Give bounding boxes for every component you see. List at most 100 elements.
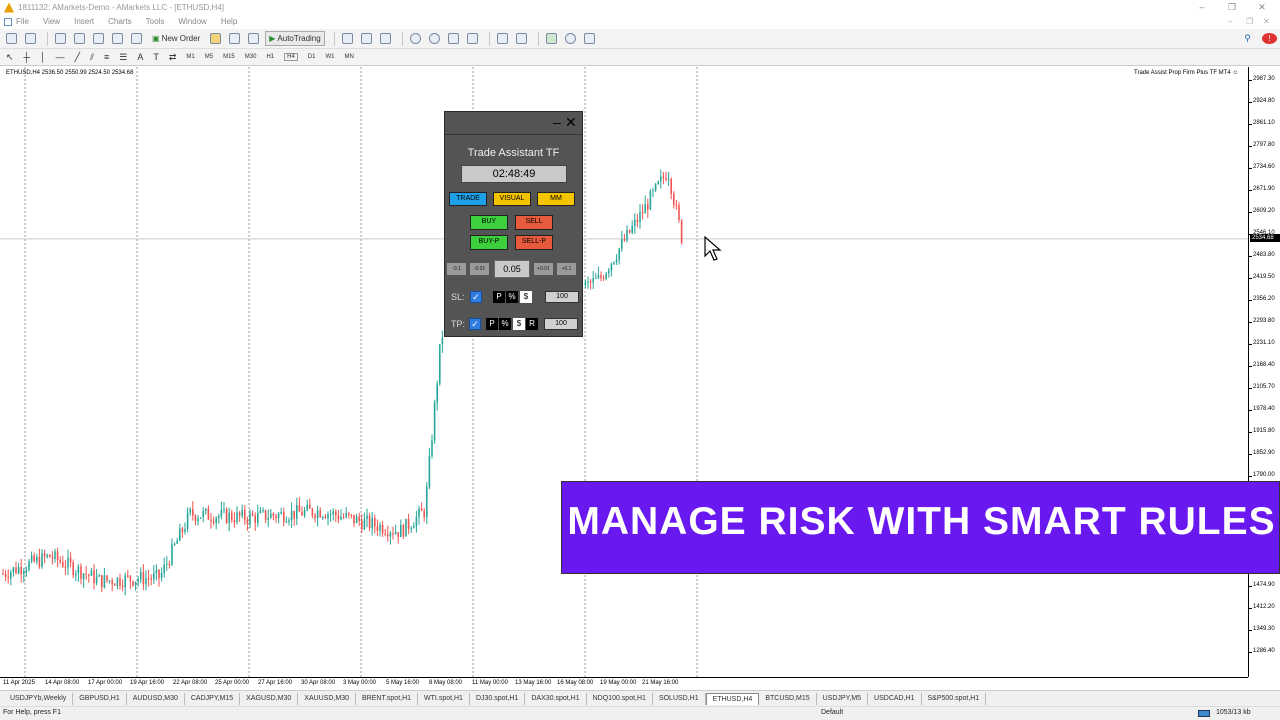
child-restore-button[interactable]: ❐ [1246, 15, 1253, 28]
menu-view[interactable]: View [43, 17, 60, 26]
window-restore-button[interactable]: ❐ [1216, 0, 1248, 15]
profiles-button[interactable] [23, 31, 38, 46]
visual-tab-button[interactable]: VISUAL [493, 192, 531, 206]
tp-rr-mode[interactable]: R [526, 318, 538, 330]
horizontal-line-tool[interactable]: — [56, 52, 65, 62]
timeframe-m30[interactable]: M30 [245, 54, 257, 60]
menu-window[interactable]: Window [178, 17, 206, 26]
line-chart-button[interactable] [378, 31, 393, 46]
templates-button[interactable] [582, 31, 597, 46]
new-chart-button[interactable] [4, 31, 19, 46]
vertical-line-tool[interactable]: │ [40, 52, 46, 62]
cursor-tool[interactable]: ↖ [6, 52, 14, 63]
channel-tool[interactable]: ⫽ [90, 52, 94, 63]
fibonacci-tool[interactable]: ≡ [104, 52, 109, 62]
terminal-button[interactable] [110, 31, 125, 46]
chart-tab[interactable]: SOLUSD,H1 [653, 692, 706, 705]
chart-tab[interactable]: CADJPY,M15 [185, 692, 241, 705]
buy-button[interactable]: BUY [470, 215, 508, 230]
bar-chart-button[interactable] [340, 31, 355, 46]
menu-tools[interactable]: Tools [146, 17, 165, 26]
chart-tab[interactable]: BRENT.spot,H1 [356, 692, 419, 705]
window-close-button[interactable]: ✕ [1246, 0, 1278, 15]
chart-tab[interactable]: DAX30.spot,H1 [525, 692, 587, 705]
chart-shift-button[interactable] [495, 31, 510, 46]
timeframe-mn[interactable]: MN [344, 54, 353, 60]
timeframe-d1[interactable]: D1 [308, 54, 316, 60]
menu-help[interactable]: Help [221, 17, 237, 26]
timeframe-m1[interactable]: M1 [186, 54, 194, 60]
trendline-tool[interactable]: ╱ [75, 52, 80, 63]
stop-loss-value-input[interactable]: 100 [545, 291, 579, 303]
chart-tab[interactable]: USDJPY,M5 [817, 692, 869, 705]
take-profit-value-input[interactable]: 100 [544, 318, 578, 330]
chart-tab[interactable]: XAGUSD,M30 [240, 692, 299, 705]
timeframe-w1[interactable]: W1 [325, 54, 334, 60]
search-button[interactable]: ⚲ [1240, 31, 1255, 46]
take-profit-checkbox[interactable]: ✓ [469, 318, 481, 330]
timeframe-h4[interactable]: H4 [284, 53, 298, 61]
time-axis[interactable]: 11 Apr 2025 14 Apr 08:00 17 Apr 00:00 19 Ap… [0, 677, 1248, 689]
text-tool[interactable]: A [137, 52, 143, 62]
price-axis[interactable]: 2987.30 2924.80 2861.10 2797.80 2734.60 2671.… [1248, 67, 1280, 677]
panel-close-button[interactable]: ✕ [565, 115, 577, 129]
scroll-end-button[interactable] [514, 31, 529, 46]
navigator-button[interactable] [91, 31, 106, 46]
tp-percent-mode[interactable]: % [499, 318, 511, 330]
lot-size-input[interactable]: 0.05 [494, 260, 530, 278]
menu-file[interactable]: File [16, 17, 29, 26]
autotrading-button[interactable]: ▶ AutoTrading [265, 31, 325, 46]
lot-increase-0.1-button[interactable]: +0.1 [556, 262, 577, 276]
tile-windows-button[interactable] [446, 31, 461, 46]
lot-increase-0.01-button[interactable]: +0.01 [533, 262, 554, 276]
sl-percent-mode[interactable]: % [506, 291, 518, 303]
lot-decrease-0.01-button[interactable]: -0.01 [469, 262, 490, 276]
indicators-button[interactable] [544, 31, 559, 46]
metaeditor-button[interactable] [208, 31, 223, 46]
timeframe-h1[interactable]: H1 [266, 54, 274, 60]
chart-tab[interactable]: WTI.spot,H1 [418, 692, 470, 705]
price-chart[interactable] [0, 67, 1248, 677]
chart-tab[interactable]: AUDUSD,M30 [127, 692, 185, 705]
arrows-tool[interactable]: ⇄ [169, 52, 177, 63]
options-button[interactable] [227, 31, 242, 46]
child-minimize-button[interactable]: – [1228, 15, 1232, 28]
chart-tab[interactable]: ETHUSD,H4 [705, 692, 760, 705]
mm-tab-button[interactable]: MM [537, 192, 575, 206]
panel-minimize-button[interactable]: – [553, 115, 561, 129]
label-tool[interactable]: T [153, 52, 159, 62]
sl-points-mode[interactable]: P [493, 291, 505, 303]
chart-tab[interactable]: GBPUSD,H1 [73, 692, 127, 705]
zoom-in-button[interactable] [408, 31, 423, 46]
sl-money-mode[interactable]: $ [520, 291, 532, 303]
crosshair-tool[interactable]: ┼ [24, 52, 30, 62]
chart-tab[interactable]: USDJPYb,Weekly [4, 692, 74, 705]
signals-button[interactable] [246, 31, 261, 46]
menu-charts[interactable]: Charts [108, 17, 132, 26]
window-minimize-button[interactable]: – [1186, 0, 1218, 15]
new-order-button[interactable]: ▣ New Order [148, 31, 204, 46]
chart-tab[interactable]: XAUUSD,M30 [298, 692, 357, 705]
trade-tab-button[interactable]: TRADE [449, 192, 487, 206]
sell-pending-button[interactable]: SELL-P [515, 235, 553, 250]
child-close-button[interactable]: ✕ [1263, 15, 1270, 28]
data-window-button[interactable] [72, 31, 87, 46]
chart-tab[interactable]: BTCUSD,M15 [759, 692, 817, 705]
timeframe-m5[interactable]: M5 [205, 54, 213, 60]
alerts-button[interactable]: ! [1262, 33, 1277, 44]
strategy-tester-button[interactable] [129, 31, 144, 46]
lot-decrease-0.1-button[interactable]: -0.1 [446, 262, 467, 276]
tp-money-mode[interactable]: $ [513, 318, 525, 330]
panel-header[interactable]: – ✕ [445, 112, 582, 135]
gann-tool[interactable]: ☰ [119, 52, 127, 63]
market-watch-button[interactable] [53, 31, 68, 46]
periods-button[interactable] [563, 31, 578, 46]
chart-tab[interactable]: S&P500.spot,H1 [922, 692, 987, 705]
chart-tab[interactable]: USDCAD,H1 [868, 692, 922, 705]
sell-button[interactable]: SELL [515, 215, 553, 230]
chart-tab[interactable]: NDQ100.spot,H1 [587, 692, 653, 705]
tp-points-mode[interactable]: P [486, 318, 498, 330]
buy-pending-button[interactable]: BUY-P [470, 235, 508, 250]
stop-loss-checkbox[interactable]: ✓ [470, 291, 482, 303]
menu-insert[interactable]: Insert [74, 17, 94, 26]
